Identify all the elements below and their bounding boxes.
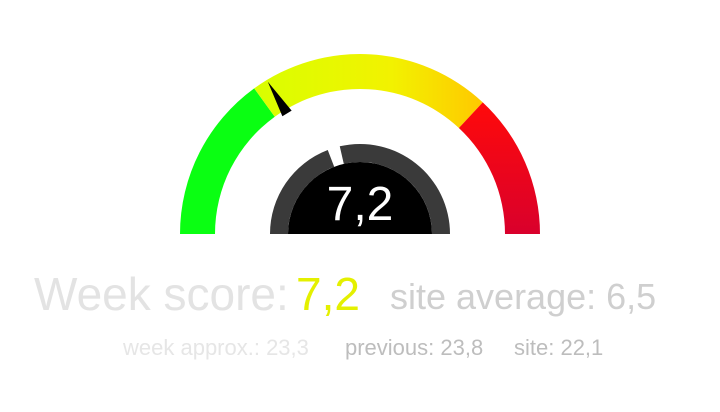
site-stat: site: 22,1 (514, 335, 604, 360)
week-approx-stat: week approx.: 23,3 (123, 335, 309, 360)
score-gauge: 7,2 (180, 53, 540, 235)
gauge-segment-green (180, 88, 275, 234)
week-score-value: 7,2 (296, 268, 360, 320)
week-score-label: Week score: (34, 268, 289, 320)
stats-row: week approx.: 23,3 previous: 23,8 site: … (0, 334, 720, 364)
gauge-segment-yellow (254, 53, 483, 128)
week-score-widget: 7,2 Week score: 7,2 site average: 6,5 we… (0, 0, 720, 412)
gauge-segment-red (458, 102, 540, 235)
gauge-value-text: 7,2 (327, 178, 394, 231)
site-average-text: site average: 6,5 (390, 276, 657, 317)
score-row: Week score: 7,2 site average: 6,5 (0, 266, 720, 326)
previous-stat: previous: 23,8 (345, 335, 484, 360)
